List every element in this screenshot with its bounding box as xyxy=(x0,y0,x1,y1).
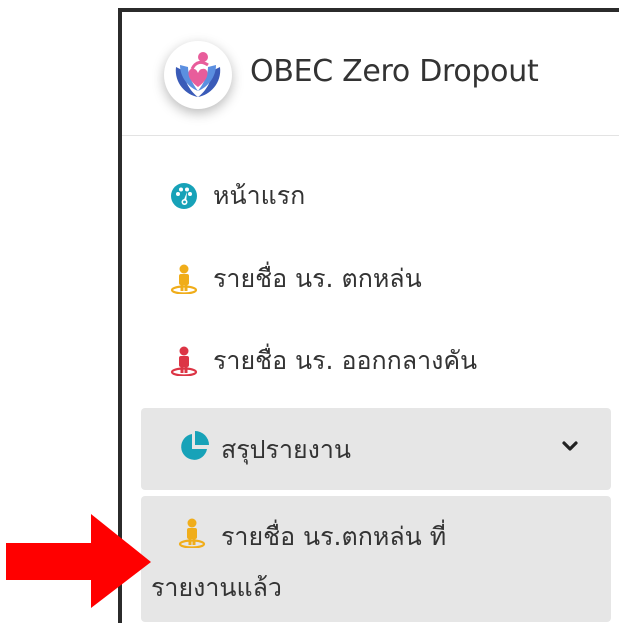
nav-group-label: สรุปรายงาน xyxy=(221,435,352,464)
person-pin-icon xyxy=(170,264,198,294)
nav-item-label: รายชื่อ นร. ออกกลางคัน xyxy=(213,346,478,375)
pie-chart-icon xyxy=(178,431,210,463)
screenshot-stage: OBEC Zero Dropout หน้าแรก รายชื่อ นร. ตก… xyxy=(0,0,619,623)
chevron-down-icon[interactable] xyxy=(559,435,581,457)
nav-subitem-reported-dropouts[interactable]: รายชื่อ นร.ตกหล่น ที่ รายงานแล้ว xyxy=(141,496,611,622)
nav-item-dropout-list[interactable]: รายชื่อ นร. ตกหล่น xyxy=(170,259,422,299)
nav-item-leaver-list[interactable]: รายชื่อ นร. ออกกลางคัน xyxy=(170,341,477,381)
person-pin-icon xyxy=(178,518,206,549)
app-title: OBEC Zero Dropout xyxy=(250,54,539,89)
person-pin-icon xyxy=(170,346,198,376)
nav-subitem-label: รายชื่อ นร.ตกหล่น ที่ xyxy=(221,522,447,551)
dashboard-gauge-icon xyxy=(170,182,198,210)
heart-hands-logo-icon xyxy=(164,41,232,109)
nav-item-label: รายชื่อ นร. ตกหล่น xyxy=(213,264,422,293)
nav-group-reports[interactable]: สรุปรายงาน xyxy=(141,408,611,490)
nav-subitem-label-continued: รายงานแล้ว xyxy=(151,573,282,602)
nav-item-home[interactable]: หน้าแรก xyxy=(170,176,305,216)
sidebar: OBEC Zero Dropout หน้าแรก รายชื่อ นร. ตก… xyxy=(118,8,619,623)
red-arrow-icon xyxy=(6,514,151,608)
nav-item-label: หน้าแรก xyxy=(213,181,306,210)
brand-header[interactable]: OBEC Zero Dropout xyxy=(122,12,619,136)
